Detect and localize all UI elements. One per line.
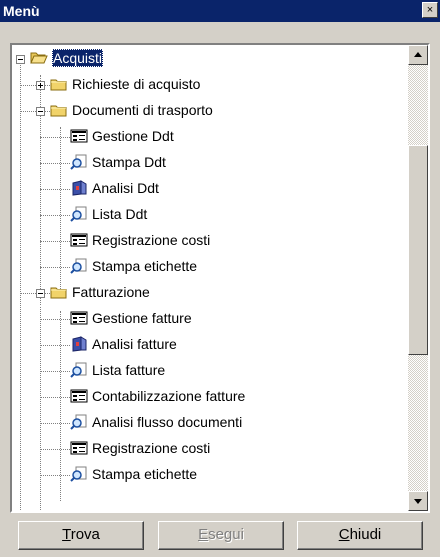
- tree-node[interactable]: Gestione fatture: [12, 306, 392, 332]
- tree-node[interactable]: Lista Ddt: [12, 202, 392, 228]
- tree-node[interactable]: Documenti di trasporto: [12, 98, 392, 124]
- close-button[interactable]: Chiudi: [297, 521, 423, 550]
- form-icon: [70, 441, 88, 455]
- magnifier-icon: [70, 362, 87, 378]
- tree-node-label: Registrazione costi: [92, 440, 211, 456]
- tree-node-label: Analisi flusso documenti: [92, 414, 243, 430]
- menu-tree[interactable]: Acquisti Richieste di acquisto Documenti …: [10, 43, 430, 513]
- analysis-icon: [72, 336, 87, 352]
- folder-icon: [50, 287, 67, 299]
- folder-open-icon: [30, 52, 48, 64]
- folder-icon: [50, 105, 67, 117]
- vertical-scrollbar[interactable]: [408, 45, 428, 511]
- tree-node-label: Stampa etichette: [92, 466, 198, 482]
- tree-node-label: Documenti di trasporto: [72, 102, 213, 118]
- form-icon: [70, 233, 88, 247]
- arrow-up-icon: [414, 52, 422, 57]
- tree-node-acquisti[interactable]: Acquisti: [12, 46, 312, 72]
- tree-node[interactable]: Stampa etichette: [12, 254, 392, 280]
- title-bar: Menù ×: [0, 0, 440, 22]
- scroll-up-button[interactable]: [408, 45, 428, 65]
- tree-node-label: Stampa etichette: [92, 258, 198, 274]
- tree-node[interactable]: Registrazione costi: [12, 436, 392, 462]
- form-icon: [70, 389, 88, 403]
- tree-node[interactable]: Registrazione costi: [12, 228, 392, 254]
- form-icon: [70, 129, 88, 143]
- menu-window: Menù × Acquisti Richieste di acquisto Doc…: [0, 0, 440, 557]
- tree-content: Acquisti Richieste di acquisto Documenti …: [12, 45, 408, 511]
- tree-node-label: Lista Ddt: [92, 206, 148, 222]
- collapse-icon[interactable]: [16, 55, 25, 64]
- tree-node-label: Analisi fatture: [92, 336, 177, 352]
- tree-node-label: Registrazione costi: [92, 232, 211, 248]
- scroll-thumb[interactable]: [408, 145, 428, 355]
- folder-icon: [50, 79, 67, 91]
- tree-node[interactable]: Contabilizzazione fatture: [12, 384, 392, 410]
- find-button[interactable]: Trova: [18, 521, 144, 550]
- run-button[interactable]: Esegui: [158, 521, 284, 550]
- magnifier-icon: [70, 206, 87, 222]
- tree-node[interactable]: Analisi fatture: [12, 332, 392, 358]
- tree-node-label: Gestione Ddt: [92, 128, 174, 144]
- tree-node[interactable]: Richieste di acquisto: [12, 72, 392, 98]
- expand-icon[interactable]: [36, 81, 45, 90]
- collapse-icon[interactable]: [36, 107, 45, 116]
- tree-node-label: Fatturazione: [72, 284, 150, 300]
- tree-node-label: Analisi Ddt: [92, 180, 159, 196]
- tree-node[interactable]: Stampa Ddt: [12, 150, 392, 176]
- window-title: Menù: [3, 3, 40, 19]
- tree-node[interactable]: Fatturazione: [12, 280, 392, 306]
- tree-node-label: Gestione fatture: [92, 310, 192, 326]
- tree-node[interactable]: Lista fatture: [12, 358, 392, 384]
- collapse-icon[interactable]: [36, 289, 45, 298]
- tree-node-label: Stampa Ddt: [92, 154, 166, 170]
- close-icon[interactable]: ×: [422, 2, 438, 18]
- tree-node-label: Lista fatture: [92, 362, 166, 378]
- tree-node[interactable]: Analisi Ddt: [12, 176, 392, 202]
- tree-node[interactable]: Analisi flusso documenti: [12, 410, 392, 436]
- tree-node[interactable]: Gestione Ddt: [12, 124, 392, 150]
- tree-node-label: Acquisti: [52, 49, 104, 67]
- tree-node-label: Contabilizzazione fatture: [92, 388, 246, 404]
- analysis-icon: [72, 180, 87, 196]
- magnifier-icon: [70, 154, 87, 170]
- arrow-down-icon: [414, 499, 422, 504]
- magnifier-icon: [70, 258, 87, 274]
- magnifier-icon: [70, 466, 87, 482]
- scroll-down-button[interactable]: [408, 491, 428, 511]
- form-icon: [70, 311, 88, 325]
- tree-node-label: Richieste di acquisto: [72, 76, 201, 92]
- magnifier-icon: [70, 414, 87, 430]
- tree-node[interactable]: Stampa etichette: [12, 462, 392, 488]
